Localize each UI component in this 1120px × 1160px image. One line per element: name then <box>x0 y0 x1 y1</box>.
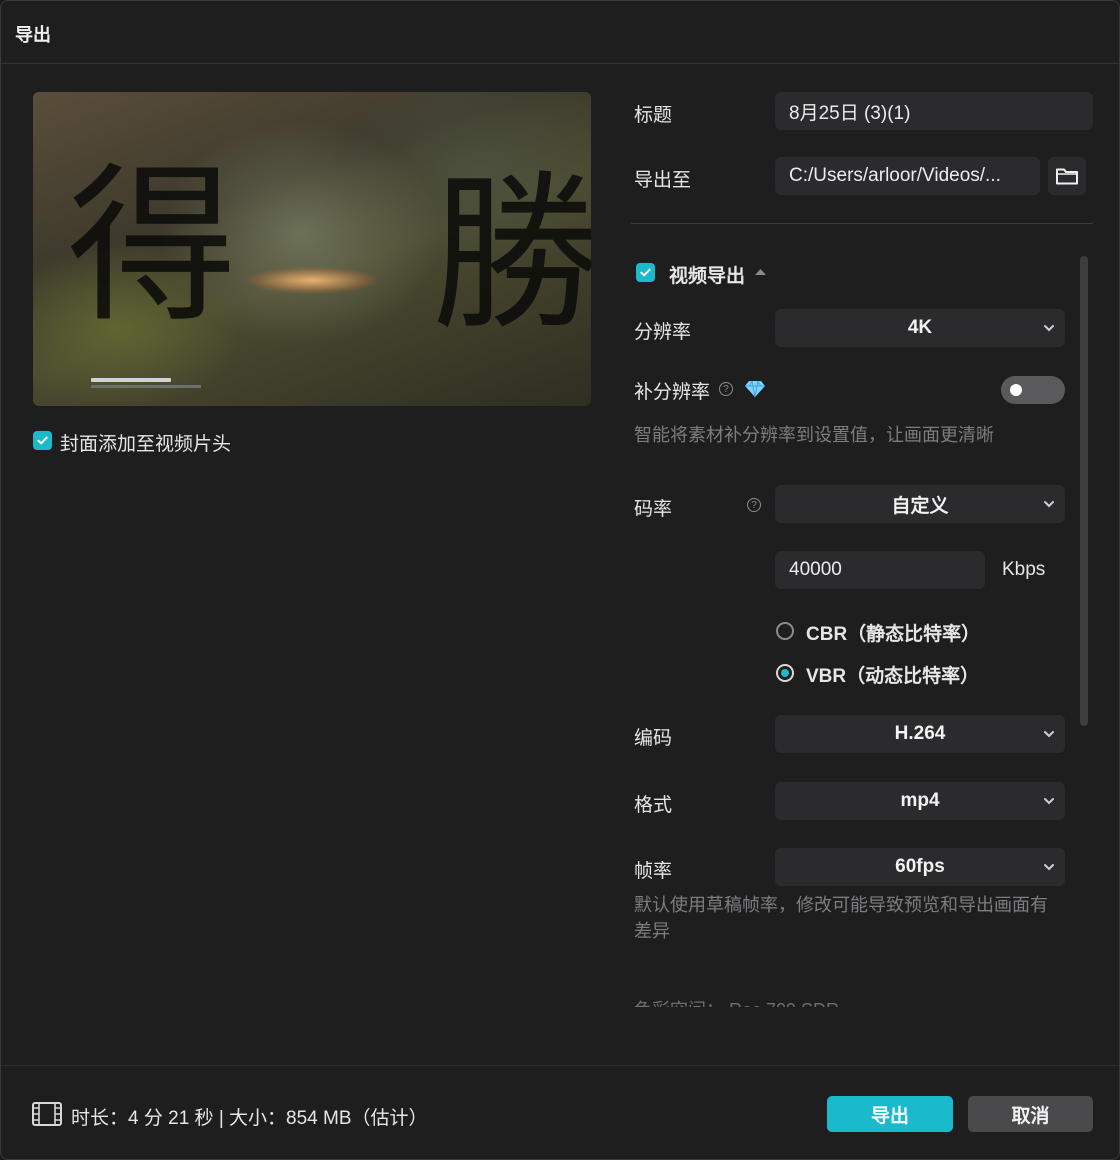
bitrate-select[interactable]: 自定义 <box>775 485 1065 523</box>
browse-folder-button[interactable] <box>1048 157 1086 195</box>
export-button[interactable]: 导出 <box>827 1096 953 1132</box>
resolution-value: 4K <box>907 317 933 338</box>
health-bar <box>91 378 171 382</box>
bitrate-input[interactable]: 40000 <box>775 551 985 589</box>
framerate-label: 帧率 <box>634 861 673 882</box>
super-res-hint: 智能将素材补分辨率到设置值，让画面更清晰 <box>634 425 994 445</box>
bitrate-unit: Kbps <box>1002 559 1046 580</box>
title-label: 标题 <box>634 105 673 126</box>
color-space-row-clipped: 色彩空间： Rec.709 SDR <box>631 997 1091 1007</box>
codec-label: 编码 <box>634 728 673 749</box>
check-icon <box>37 436 48 445</box>
settings-scrollbar[interactable] <box>1080 256 1088 726</box>
resolution-label: 分辨率 <box>634 322 692 343</box>
cbr-label[interactable]: CBR（静态比特率） <box>806 619 980 646</box>
toggle-knob <box>1010 384 1022 396</box>
chevron-down-icon <box>1044 325 1054 332</box>
footer-divider <box>1 1065 1119 1066</box>
framerate-value: 60fps <box>895 856 945 877</box>
bitrate-value: 自定义 <box>891 495 949 517</box>
cbr-radio[interactable] <box>776 622 794 640</box>
film-icon <box>32 1102 62 1126</box>
caret-up-icon[interactable] <box>754 267 767 276</box>
folder-icon <box>1056 168 1078 185</box>
video-export-checkbox[interactable] <box>636 263 655 282</box>
export-to-label: 导出至 <box>634 170 692 191</box>
format-select[interactable]: mp4 <box>775 782 1065 820</box>
help-icon[interactable]: ? <box>747 498 761 512</box>
export-dialog: 导出 得 勝 封面添加至视频片头 标题 8月25日 (3)(1) 导出至 C:/… <box>0 0 1120 1160</box>
cover-checkbox-label[interactable]: 封面添加至视频片头 <box>60 429 231 456</box>
diamond-icon <box>745 380 765 398</box>
super-res-toggle[interactable] <box>1001 376 1065 404</box>
export-info: 时长：4 分 21 秒 | 大小：854 MB（估计） <box>71 1108 428 1129</box>
chevron-down-icon <box>1044 798 1054 805</box>
check-icon <box>640 268 651 277</box>
codec-value: H.264 <box>894 723 946 744</box>
calligraphy-right: 勝 <box>431 156 591 354</box>
codec-select[interactable]: H.264 <box>775 715 1065 753</box>
export-path-input[interactable]: C:/Users/arloor/Videos/... <box>775 157 1040 195</box>
section-divider <box>631 223 1093 224</box>
chevron-down-icon <box>1044 864 1054 871</box>
bitrate-label: 码率 <box>634 499 673 520</box>
cancel-button[interactable]: 取消 <box>968 1096 1093 1132</box>
calligraphy-left: 得 <box>67 148 238 346</box>
cover-preview[interactable]: 得 勝 <box>33 92 591 406</box>
stamina-bar <box>91 385 201 388</box>
format-value: mp4 <box>900 790 940 811</box>
vbr-radio[interactable] <box>776 664 794 682</box>
format-label: 格式 <box>634 795 673 816</box>
super-res-label: 补分辨率 <box>634 382 711 403</box>
framerate-hint: 默认使用草稿帧率，修改可能导致预览和导出画面有差异 <box>634 895 1048 941</box>
help-icon[interactable]: ? <box>719 382 733 396</box>
title-bar: 导出 <box>1 1 1119 64</box>
framerate-select[interactable]: 60fps <box>775 848 1065 886</box>
resolution-select[interactable]: 4K <box>775 309 1065 347</box>
dialog-title: 导出 <box>15 25 51 45</box>
vbr-label[interactable]: VBR（动态比特率） <box>806 661 979 688</box>
cover-checkbox[interactable] <box>33 431 52 450</box>
chevron-down-icon <box>1044 731 1054 738</box>
title-input[interactable]: 8月25日 (3)(1) <box>775 92 1093 130</box>
video-export-label[interactable]: 视频导出 <box>669 261 745 288</box>
chevron-down-icon <box>1044 501 1054 508</box>
color-space-text: 色彩空间： Rec.709 SDR <box>634 997 839 1007</box>
